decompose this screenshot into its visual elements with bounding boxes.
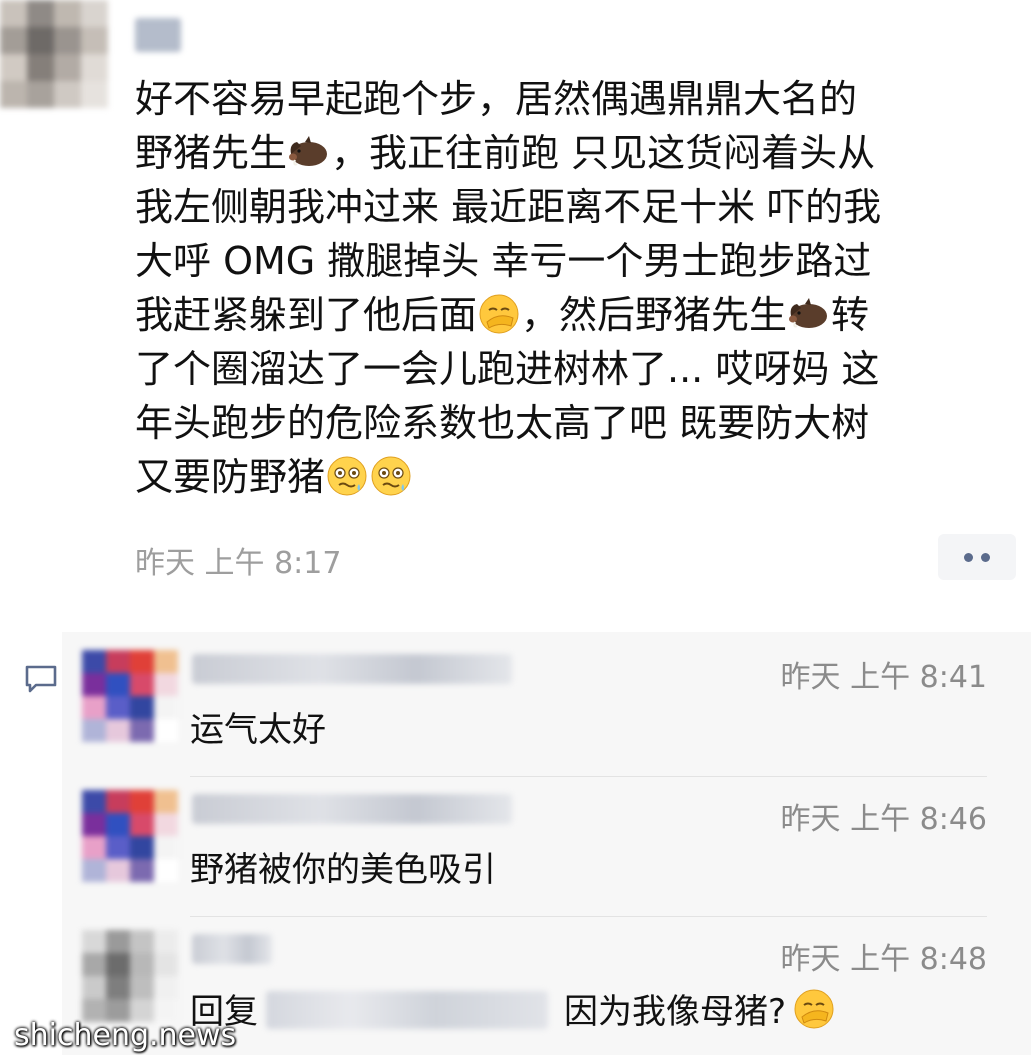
post-text-segment: 我左侧朝我冲过来 最近距离不足十米 吓的我 (135, 185, 882, 229)
boar-emoji-icon (289, 136, 328, 166)
post-text-line: 好不容易早起跑个步，居然偶遇鼎鼎大名的 (135, 72, 1015, 126)
divider (190, 916, 987, 917)
commenter-name[interactable] (192, 934, 272, 964)
comment-timestamp: 昨天 上午 8:46 (780, 802, 987, 837)
post-text-line: 又要防野猪 (135, 450, 1015, 504)
comment-text[interactable]: 运气太好 (190, 702, 326, 751)
dot-icon (981, 552, 990, 562)
post-text-segment: ，我正往前跑 只见这货闷着头从 (331, 131, 876, 175)
post-text-segment: 转 (831, 293, 870, 337)
comment-text[interactable]: 野猪被你的美色吸引 (190, 842, 496, 891)
comment-text[interactable]: 回复 因为我像母猪? (190, 984, 836, 1033)
reply-body: 因为我像母猪? (564, 992, 787, 1032)
post-text-line: 年头跑步的危险系数也太高了吧 既要防大树 (135, 396, 1015, 450)
post-timestamp: 昨天 上午 8:17 (135, 546, 342, 581)
post-text-segment: 好不容易早起跑个步，居然偶遇鼎鼎大名的 (135, 77, 858, 121)
watermark: shicheng.news (14, 1018, 237, 1053)
post-text-line: 大呼 OMG 撒腿掉头 幸亏一个男士跑步路过 (135, 234, 1015, 288)
reply-target-name[interactable] (266, 991, 548, 1029)
post-text-segment: 年头跑步的危险系数也太高了吧 既要防大树 (135, 401, 870, 445)
comment-timestamp: 昨天 上午 8:48 (780, 942, 987, 977)
post-text-line: 我赶紧躲到了他后面 ，然后野猪先生转 (135, 288, 1015, 342)
commenter-name[interactable] (192, 654, 512, 684)
comment-bubble-icon (25, 665, 57, 693)
comment-item: 昨天 上午 8:41 运气太好 (62, 644, 1031, 774)
divider (190, 776, 987, 777)
post-body: 好不容易早起跑个步，居然偶遇鼎鼎大名的 野猪先生 ，我正往前跑 只见这货闷着头从我左… (135, 72, 1015, 504)
post-text-segment: 又要防野猪 (135, 455, 326, 499)
facepalm-emoji-icon (794, 989, 834, 1029)
commenter-avatar[interactable] (82, 650, 178, 742)
boar-emoji-icon (789, 298, 828, 328)
post-text-segment: 野猪先生 (135, 131, 288, 175)
facepalm-emoji-icon (479, 294, 519, 334)
more-actions-button[interactable] (938, 534, 1016, 580)
post-text-segment: 了个圈溜达了一会儿跑进树林了... 哎呀妈 这 (135, 347, 880, 391)
post-text-line: 野猪先生 ，我正往前跑 只见这货闷着头从 (135, 126, 1015, 180)
post-text-line: 了个圈溜达了一会儿跑进树林了... 哎呀妈 这 (135, 342, 1015, 396)
woozy-face-emoji-icon (371, 456, 411, 496)
dot-icon (964, 552, 973, 562)
post-text-segment: 我赶紧躲到了他后面 (135, 293, 478, 337)
commenter-avatar[interactable] (82, 790, 178, 882)
post-author-name[interactable] (135, 18, 181, 52)
post-text-segment: 大呼 OMG 撒腿掉头 幸亏一个男士跑步路过 (135, 239, 872, 283)
woozy-face-emoji-icon (327, 456, 367, 496)
comment-timestamp: 昨天 上午 8:41 (780, 660, 987, 695)
commenter-name[interactable] (192, 794, 512, 824)
post-author-avatar[interactable] (0, 0, 108, 108)
comment-item: 昨天 上午 8:46 野猪被你的美色吸引 (62, 784, 1031, 914)
post-text-line: 我左侧朝我冲过来 最近距离不足十米 吓的我 (135, 180, 1015, 234)
post-text-segment: ，然后野猪先生 (521, 293, 788, 337)
commenter-avatar[interactable] (82, 930, 178, 1022)
